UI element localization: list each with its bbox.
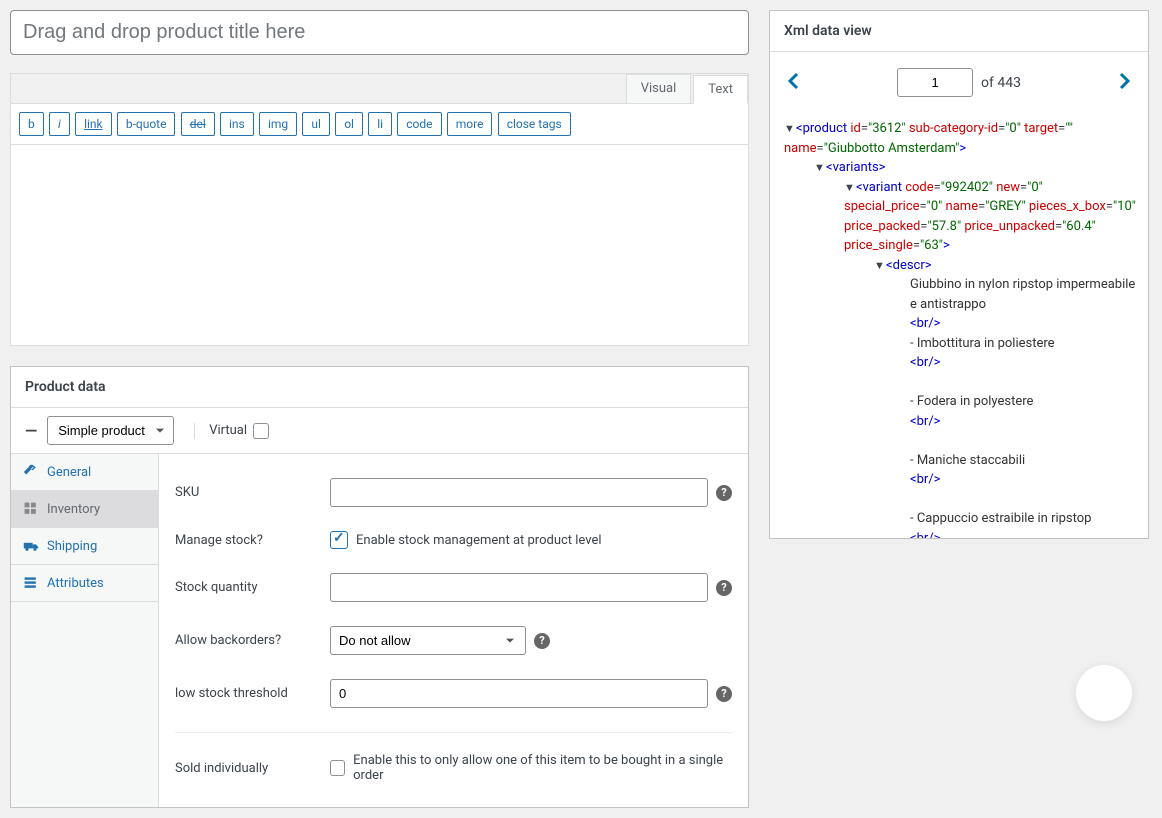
help-icon[interactable]: ? [716, 485, 732, 501]
tab-visual[interactable]: Visual [626, 74, 692, 103]
manage-stock-text: Enable stock management at product level [356, 533, 602, 548]
page-number-input[interactable] [897, 68, 973, 97]
tab-text[interactable]: Text [693, 75, 748, 104]
sold-individually-text: Enable this to only allow one of this it… [353, 753, 732, 783]
page-total: of 443 [981, 75, 1021, 91]
qt-img[interactable]: img [259, 112, 297, 136]
manage-stock-checkbox[interactable] [330, 531, 348, 549]
qt-italic[interactable]: i [49, 112, 70, 136]
xml-data-view-box: Xml data view of 443 ▼<product id="3612"… [769, 10, 1149, 539]
sku-input[interactable] [330, 478, 708, 507]
stock-qty-input[interactable] [330, 573, 708, 602]
tab-shipping[interactable]: Shipping [11, 528, 158, 565]
qt-bold[interactable]: b [19, 112, 44, 136]
qt-link[interactable]: link [75, 112, 112, 136]
help-icon[interactable]: ? [716, 686, 732, 702]
backorders-select[interactable]: Do not allow [330, 626, 526, 655]
truck-icon [23, 538, 39, 554]
tab-attributes[interactable]: Attributes [11, 565, 158, 602]
qt-del[interactable]: del [181, 112, 215, 136]
stock-qty-label: Stock quantity [175, 580, 330, 595]
sold-individually-label: Sold individually [175, 761, 330, 776]
tab-general[interactable]: General [11, 454, 158, 491]
qt-ins[interactable]: ins [220, 112, 254, 136]
help-icon[interactable]: ? [716, 580, 732, 596]
prev-arrow-icon[interactable] [784, 69, 804, 97]
low-stock-input[interactable] [330, 679, 708, 708]
manage-stock-label: Manage stock? [175, 533, 330, 548]
quicktags-toolbar: b i link b-quote del ins img ul ol li co… [11, 104, 748, 145]
qt-bquote[interactable]: b-quote [117, 112, 176, 136]
qt-ol[interactable]: ol [335, 112, 363, 136]
help-icon[interactable]: ? [534, 633, 550, 649]
wrench-icon [23, 464, 39, 480]
tab-inventory[interactable]: Inventory [11, 491, 158, 528]
metabox-title: Product data [25, 379, 106, 395]
qt-close[interactable]: close tags [498, 112, 571, 136]
xml-tree[interactable]: ▼<product id="3612" sub-category-id="0" … [770, 113, 1148, 538]
xml-view-title: Xml data view [770, 11, 1148, 52]
content-editor: Visual Text b i link b-quote del ins img… [10, 73, 749, 346]
qt-li[interactable]: li [368, 112, 392, 136]
virtual-label: Virtual [209, 423, 247, 438]
product-title-input[interactable] [10, 10, 749, 55]
product-data-metabox: Product data — Simple product Virtual [10, 366, 749, 808]
editor-textarea[interactable] [11, 145, 748, 345]
product-type-select[interactable]: Simple product [47, 416, 174, 445]
next-arrow-icon[interactable] [1114, 69, 1134, 97]
list-icon [23, 575, 39, 591]
sold-individually-checkbox[interactable] [330, 760, 345, 776]
qt-code[interactable]: code [397, 112, 441, 136]
sku-label: SKU [175, 485, 330, 500]
help-bubble[interactable] [1076, 665, 1132, 721]
qt-ul[interactable]: ul [302, 112, 330, 136]
virtual-checkbox[interactable] [253, 423, 269, 439]
collapse-toggle-icon[interactable]: — [25, 421, 37, 440]
inventory-icon [23, 501, 39, 517]
low-stock-label: low stock threshold [175, 686, 330, 701]
backorders-label: Allow backorders? [175, 633, 330, 648]
qt-more[interactable]: more [447, 112, 493, 136]
